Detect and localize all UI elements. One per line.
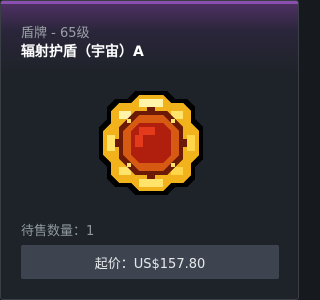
item-name: 辐射护盾（宇宙）A bbox=[21, 44, 144, 60]
item-type-level: 盾牌 - 65级 bbox=[21, 26, 90, 41]
starting-price-button[interactable]: 起价：US$157.80 bbox=[21, 245, 279, 279]
quantity-for-sale: 待售数量：1 bbox=[21, 220, 94, 239]
quantity-value: 1 bbox=[86, 224, 95, 239]
rarity-strip bbox=[1, 1, 298, 4]
quantity-label: 待售数量： bbox=[21, 224, 87, 239]
shield-icon bbox=[99, 91, 203, 195]
price-label: 起价：US$157.80 bbox=[94, 256, 206, 272]
market-item-card[interactable]: 盾牌 - 65级 辐射护盾（宇宙）A 待售数量：1 起价：US$157.80 bbox=[0, 0, 299, 300]
